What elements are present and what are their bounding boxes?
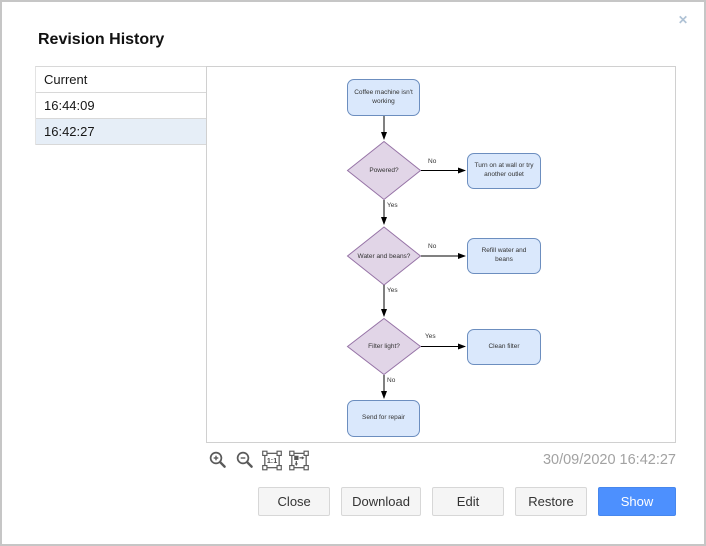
edge-label-water-yes: Yes — [386, 287, 399, 294]
close-button[interactable]: Close — [258, 487, 330, 516]
edge-label-powered-no: No — [427, 158, 437, 165]
download-button[interactable]: Download — [341, 487, 421, 516]
node-turn-on: Turn on at wall or try another outlet — [467, 153, 541, 189]
node-start: Coffee machine isn't working — [347, 79, 420, 116]
zoom-out-button[interactable] — [233, 448, 257, 472]
revision-item-current[interactable]: Current — [36, 67, 207, 93]
node-powered-label: Powered? — [347, 141, 421, 200]
revision-history-dialog: Revision History ✕ Current 16:44:09 16:4… — [0, 0, 706, 546]
edit-button[interactable]: Edit — [432, 487, 504, 516]
actual-size-button[interactable]: 1:1 — [260, 448, 284, 472]
preview-statusbar: 1:1 30/09/2020 16:42:27 — [206, 446, 676, 474]
revision-timestamp: 30/09/2020 16:42:27 — [543, 452, 676, 468]
node-clean-filter: Clean filter — [467, 329, 541, 365]
flowchart-edges-layer — [207, 67, 675, 442]
revision-item-164409[interactable]: 16:44:09 — [36, 93, 207, 119]
fit-page-button[interactable] — [287, 448, 311, 472]
diagram-preview: Coffee machine isn't working Turn on at … — [206, 66, 676, 443]
node-water-label: Water and beans? — [347, 227, 421, 285]
revision-list: Current 16:44:09 16:42:27 — [35, 66, 207, 145]
edge-label-filter-no: No — [386, 377, 396, 384]
revision-item-164227-selected[interactable]: 16:42:27 — [36, 119, 207, 145]
restore-button[interactable]: Restore — [515, 487, 587, 516]
zoom-in-icon — [208, 450, 229, 471]
svg-text:1:1: 1:1 — [267, 457, 277, 465]
edge-label-powered-yes: Yes — [386, 202, 399, 209]
edge-label-water-no: No — [427, 243, 437, 250]
fit-page-icon — [288, 449, 310, 472]
dialog-footer: Close Download Edit Restore Show — [258, 487, 676, 516]
zoom-in-button[interactable] — [206, 448, 230, 472]
page-title: Revision History — [38, 31, 164, 49]
edge-label-filter-yes: Yes — [424, 333, 437, 340]
show-button[interactable]: Show — [598, 487, 676, 516]
node-filter-label: Filter light? — [347, 318, 421, 375]
node-send-repair: Send for repair — [347, 400, 420, 437]
close-icon[interactable]: ✕ — [678, 13, 688, 27]
node-refill: Refill water and beans — [467, 238, 541, 274]
actual-size-icon: 1:1 — [261, 449, 283, 472]
zoom-out-icon — [235, 450, 256, 471]
